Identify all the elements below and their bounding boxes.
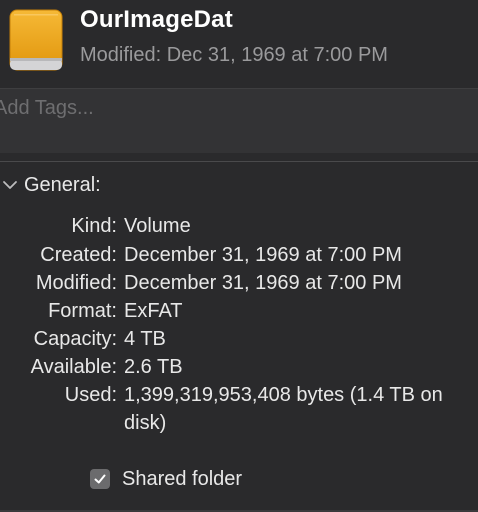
info-value: 1,399,319,953,408 bytes (1.4 TB on disk) <box>124 384 443 434</box>
general-section-toggle[interactable]: General: <box>0 171 101 199</box>
info-value: 4 TB <box>124 328 166 350</box>
general-section-title: General: <box>24 173 101 196</box>
external-drive-icon <box>9 9 63 71</box>
info-value: December 31, 1969 at 7:00 PM <box>124 244 402 266</box>
shared-folder-option[interactable]: Shared folder <box>90 465 242 493</box>
tags-section <box>0 88 478 153</box>
volume-name: OurImageDat <box>80 6 233 33</box>
info-label: Format: <box>48 300 117 322</box>
info-value: Volume <box>124 215 191 237</box>
info-label: Created: <box>40 244 117 266</box>
info-label: Modified: <box>35 272 117 294</box>
info-header: OurImageDat Modified: Dec 31, 1969 at 7:… <box>0 0 478 88</box>
section-divider <box>0 161 478 162</box>
checkmark-icon <box>94 474 106 484</box>
tags-input[interactable] <box>0 91 464 125</box>
info-label: Capacity: <box>33 328 117 350</box>
shared-folder-label: Shared folder <box>122 467 243 490</box>
chevron-down-icon <box>3 181 17 189</box>
info-label: Used: <box>64 384 117 406</box>
modified-summary: Modified: Dec 31, 1969 at 7:00 PM <box>80 44 388 66</box>
info-value: ExFAT <box>124 300 183 322</box>
info-value: 2.6 TB <box>124 356 183 378</box>
info-label: Kind: <box>71 215 117 237</box>
info-value: December 31, 1969 at 7:00 PM <box>124 272 402 294</box>
shared-folder-checkbox[interactable] <box>90 469 110 489</box>
info-label: Available: <box>30 356 117 378</box>
